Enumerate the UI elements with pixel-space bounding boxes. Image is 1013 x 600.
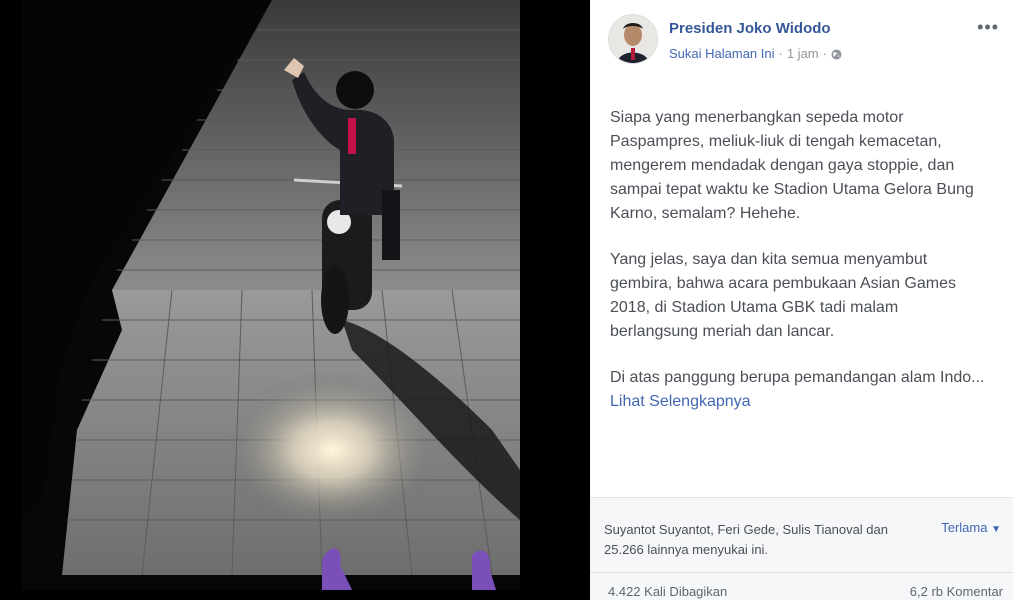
globe-icon [831,48,842,60]
photo-illustration [22,0,520,590]
sort-label: Terlama [941,520,988,535]
meta-separator: · [778,46,783,61]
post-photo[interactable] [22,0,520,590]
post-paragraph-3: Di atas panggung berupa pemandangan alam… [610,366,990,414]
photo-viewer [0,0,590,600]
post-panel: Presiden Joko Widodo Sukai Halaman Ini ·… [590,0,1013,600]
more-options-button[interactable]: ••• [977,17,999,37]
shares-count[interactable]: 4.422 Kali Dibagikan [608,584,727,599]
post-footer: Suyantot Suyantot, Feri Gede, Sulis Tian… [590,497,1013,600]
post-paragraph-1: Siapa yang menerbangkan sepeda motor Pas… [610,109,974,222]
avatar-image [609,15,657,63]
page-name-link[interactable]: Presiden Joko Widodo [669,20,831,37]
post-header: Presiden Joko Widodo Sukai Halaman Ini ·… [608,14,999,68]
ellipsis-icon: ••• [977,17,999,37]
see-more-link[interactable]: Lihat Selengkapnya [610,393,751,410]
post-time[interactable]: 1 jam [787,46,819,61]
comment-sort-dropdown[interactable]: Terlama ▼ [941,520,1001,535]
footer-divider [590,572,1013,573]
comments-count[interactable]: 6,2 rb Komentar [910,584,1003,599]
post-paragraph-2: Yang jelas, saya dan kita semua menyambu… [610,251,956,340]
likers-summary[interactable]: Suyantot Suyantot, Feri Gede, Sulis Tian… [604,520,914,560]
truncated-text: Di atas panggung berupa pemandangan alam… [610,369,985,386]
meta-separator-2: · [822,46,827,61]
caret-down-icon: ▼ [991,524,1001,535]
like-page-link[interactable]: Sukai Halaman Ini [669,46,775,61]
page-avatar[interactable] [608,14,658,64]
post-text: Siapa yang menerbangkan sepeda motor Pas… [610,106,990,436]
post-meta: Sukai Halaman Ini · 1 jam · [669,46,842,61]
